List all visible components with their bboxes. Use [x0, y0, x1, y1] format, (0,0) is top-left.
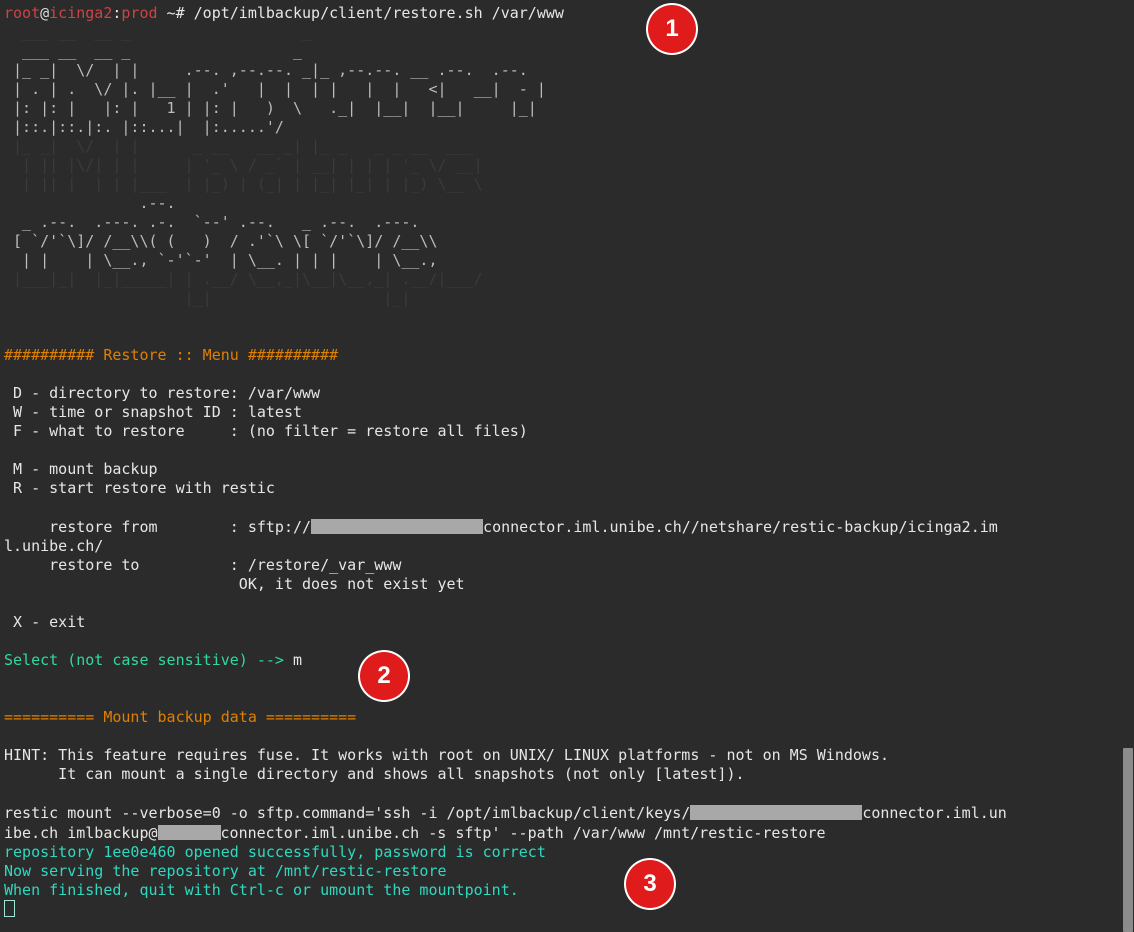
select-answer: m — [292, 651, 303, 669]
ascii-ghost-1: |_ _| \/ | | _ __ __ _| |_ _ _ _ __ ___ — [4, 137, 483, 155]
ascii-banner-line-4: |::.|::.|:. |::...| |:.....'/ — [4, 118, 537, 136]
prompt-line: root@icinga2:prod ~# /opt/imlbackup/clie… — [4, 4, 1134, 23]
menu-item-filter[interactable]: F - what to restore : (no filter = resto… — [4, 422, 1134, 441]
annotation-marker-1: 1 — [648, 5, 696, 53]
ascii-restore-line-1: _ .--. .---. .-. `--' .--. _ .--. .---. — [4, 213, 438, 231]
annotation-marker-2: 2 — [360, 652, 408, 700]
ascii-restore-line-3: | | | \__., `-'`-' | \__. | | | | \__., — [4, 251, 447, 269]
menu-item-time[interactable]: W - time or snapshot ID : latest — [4, 403, 1134, 422]
scrollbar[interactable] — [1122, 0, 1134, 932]
restore-from-line: restore from : sftp:// connector.iml.unib… — [4, 517, 1134, 537]
redacted-key-1 — [690, 805, 863, 820]
prompt-host: icinga2 — [49, 4, 113, 22]
menu-item-exit[interactable]: X - exit — [4, 613, 1134, 632]
hint-line-1: HINT: This feature requires fuse. It wor… — [4, 746, 890, 764]
result-line-2: Now serving the repository at /mnt/resti… — [4, 862, 447, 880]
restic-command-line2b: connector.iml.unibe.ch -s sftp' --path /… — [220, 824, 826, 842]
scrollbar-thumb[interactable] — [1123, 748, 1133, 932]
text-cursor — [4, 900, 15, 917]
restore-to-note: OK, it does not exist yet — [4, 575, 465, 593]
restic-command-line-1: restic mount --verbose=0 -o sftp.command… — [4, 803, 1134, 823]
prompt-env: prod — [121, 4, 158, 22]
ascii-ghost-0: ___ __ __ _ _ — [4, 23, 483, 41]
restic-command-part2: connector.iml.un — [862, 804, 1007, 822]
menu-item-restic[interactable]: R - start restore with restic — [4, 479, 1134, 498]
result-line-3: When finished, quit with Ctrl-c or umoun… — [4, 881, 519, 899]
redacted-host-1 — [311, 519, 484, 534]
restic-command-line2a: ibe.ch imlbackup@ — [4, 824, 158, 842]
ascii-banner-line-0: ___ __ __ _ _ — [4, 42, 528, 60]
ascii-banner-line-1: |_ _| \/ | | .--. ,--.--. _|_ ,--.--. __… — [4, 61, 537, 79]
hint-line-2: It can mount a single directory and show… — [4, 765, 745, 783]
ascii-ghost-2: | || |\/| | | | '_ \ / _` | __| | | | '_… — [4, 156, 483, 174]
ascii-ghost-5: |_| |_| — [4, 289, 483, 307]
restore-from-wrap: l.unibe.ch/ — [4, 537, 104, 555]
menu-header: ########## Restore :: Menu ########## — [4, 346, 339, 364]
select-prompt-line[interactable]: Select (not case sensitive) --> m — [4, 651, 1134, 670]
mount-header: ========== Mount backup data ========== — [4, 708, 357, 726]
menu-item-mount[interactable]: M - mount backup — [4, 460, 1134, 479]
ascii-ghost-4: |___|_| |_|_____| | .__/ \__,_|\__|\__,_… — [4, 270, 483, 288]
prompt-command: /opt/imlbackup/client/restore.sh /var/ww… — [193, 4, 564, 22]
prompt-tail: ~# — [157, 4, 194, 22]
prompt-user: root — [4, 4, 41, 22]
restore-from-label: restore from : sftp:// — [4, 518, 312, 536]
ascii-restore-line-0: .--. — [4, 194, 438, 212]
redacted-key-2 — [157, 825, 221, 840]
restic-command-line-2: ibe.ch imlbackup@ connector.iml.unibe.ch … — [4, 823, 1134, 843]
annotation-marker-3: 3 — [626, 860, 674, 908]
menu-item-directory[interactable]: D - directory to restore: /var/www — [4, 384, 1134, 403]
ascii-ghost-3: | || | | | |___ | |_) | (_| | |_| |_| | … — [4, 175, 483, 193]
restore-to-line: restore to : /restore/_var_www — [4, 556, 402, 574]
select-prompt-label: Select (not case sensitive) --> — [4, 651, 293, 669]
terminal-window[interactable]: root@icinga2:prod ~# /opt/imlbackup/clie… — [0, 0, 1134, 932]
restic-command-part1: restic mount --verbose=0 -o sftp.command… — [4, 804, 691, 822]
restore-from-host: connector.iml.unibe.ch//netshare/restic-… — [483, 518, 998, 536]
ascii-banner-line-2: | . | . \/ |. |__ | .' | | | | | | <| __… — [4, 80, 546, 98]
ascii-restore-line-2: [ `/'`\]/ /__\\( ( ) / .'`\ \[ `/'`\]/ /… — [4, 232, 447, 250]
result-line-1: repository 1ee0e460 opened successfully,… — [4, 843, 546, 861]
prompt-at: @ — [40, 4, 50, 22]
cursor-line — [4, 900, 1134, 919]
ascii-banner-line-3: |: |: | |: | 1 | |: | ) \ ._| |__| |__| … — [4, 99, 537, 117]
